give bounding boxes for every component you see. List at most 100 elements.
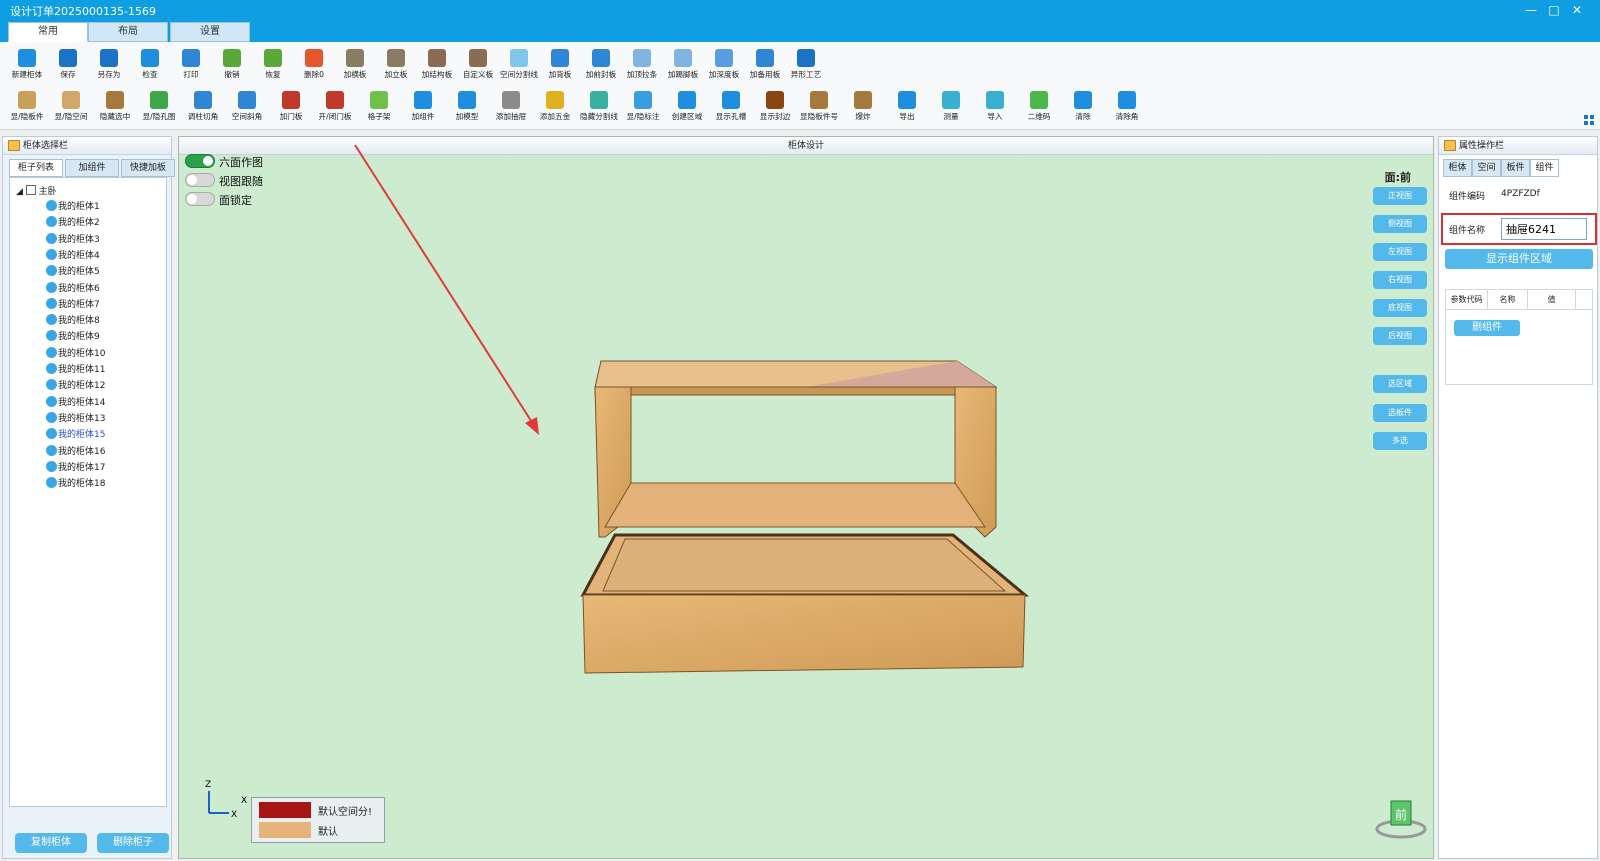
tab-space[interactable]: 空间 [1472, 159, 1501, 177]
tree-item-cabinet[interactable]: 我的柜体6 [46, 281, 100, 297]
collapse-icon[interactable]: ◢ [16, 187, 26, 197]
tree-item-cabinet[interactable]: 我的柜体16 [46, 444, 105, 460]
tool-button[interactable]: 导出 [884, 86, 930, 128]
tree-item-cabinet[interactable]: 我的柜体4 [46, 248, 100, 264]
tool-button[interactable]: 开/闭门板 [312, 86, 358, 128]
tool-button[interactable]: 删除0 [291, 44, 337, 86]
tool-button[interactable]: 另存为 [86, 44, 132, 86]
tool-button[interactable]: 加横板 [332, 44, 378, 86]
right-view-button[interactable]: 右视图 [1373, 271, 1427, 289]
tab-cabinet[interactable]: 柜体 [1443, 159, 1472, 177]
tool-button[interactable]: 显示孔槽 [708, 86, 754, 128]
front-view-button[interactable]: 正视图 [1373, 187, 1427, 205]
tool-button[interactable]: 添加抽屉 [488, 86, 534, 128]
tool-button[interactable]: 二维码 [1016, 86, 1062, 128]
tree-item-cabinet[interactable]: 我的柜体3 [46, 232, 100, 248]
cabinet-3d-model[interactable] [575, 347, 1035, 677]
tool-button[interactable]: 加模型 [444, 86, 490, 128]
show-component-region-button[interactable]: 显示组件区域 [1445, 249, 1593, 269]
bottom-view-button[interactable]: 底视图 [1373, 299, 1427, 317]
tool-button[interactable]: 加门板 [268, 86, 314, 128]
tree-item-cabinet[interactable]: 我的柜体9 [46, 330, 100, 345]
tool-button[interactable]: 恢复 [250, 44, 296, 86]
delete-cabinet-button[interactable]: 删除柜子 [97, 833, 169, 853]
tool-button[interactable]: 爆炸 [840, 86, 886, 128]
tool-button[interactable]: 空间斜角 [224, 86, 270, 128]
maximize-button[interactable]: □ [1543, 1, 1565, 19]
face-lock-toggle[interactable] [185, 192, 215, 206]
design-viewport[interactable]: 柜体设计 六面作图 视图跟随 面锁定 面:前 正视图 侧视图 左视图 右视图 底… [178, 136, 1434, 859]
tree-item-cabinet[interactable]: 我的柜体12 [46, 379, 105, 394]
tab-component[interactable]: 组件 [1530, 159, 1559, 177]
tool-button[interactable]: 显/隐孔图 [136, 86, 182, 128]
tool-button[interactable]: 检查 [127, 44, 173, 86]
tree-item-cabinet[interactable]: 我的柜体18 [46, 477, 105, 492]
tree-item-cabinet[interactable]: 我的柜体15 [46, 428, 105, 443]
tree-item-cabinet[interactable]: 我的柜体7 [46, 297, 100, 313]
side-view-button[interactable]: 侧视图 [1373, 215, 1427, 233]
tool-button[interactable]: 隐藏选中 [92, 86, 138, 128]
tool-button[interactable]: 加立板 [373, 44, 419, 86]
copy-cabinet-button[interactable]: 复制柜体 [15, 833, 87, 853]
tool-button[interactable]: 加深度板 [701, 44, 747, 86]
tab-layout[interactable]: 布局 [88, 22, 168, 42]
tool-button[interactable]: 显/隐标注 [620, 86, 666, 128]
tool-button[interactable]: 新建柜体 [4, 44, 50, 86]
tool-button[interactable]: 导入 [972, 86, 1018, 128]
tool-button[interactable]: 加结构板 [414, 44, 460, 86]
tree-item-cabinet[interactable]: 我的柜体2 [46, 216, 100, 231]
tool-button[interactable]: 加踢脚板 [660, 44, 706, 86]
tree-item-cabinet[interactable]: 我的柜体17 [46, 460, 105, 476]
tree-item-cabinet[interactable]: 我的柜体14 [46, 395, 105, 411]
tool-button[interactable]: 调柱切角 [180, 86, 226, 128]
tool-button[interactable]: 加备用板 [742, 44, 788, 86]
tool-button[interactable]: 隐藏分割线 [576, 86, 622, 128]
tab-settings[interactable]: 设置 [170, 22, 250, 42]
grid-icon[interactable] [1584, 115, 1594, 125]
tool-button[interactable]: 显/隐空间 [48, 86, 94, 128]
tool-button[interactable]: 自定义板 [455, 44, 501, 86]
tab-cabinet-list[interactable]: 柜子列表 [9, 159, 63, 177]
tool-button[interactable]: 添加五金 [532, 86, 578, 128]
tool-button[interactable]: 异形工艺 [783, 44, 829, 86]
tool-button[interactable]: 显示封边 [752, 86, 798, 128]
tool-button[interactable]: 清除 [1060, 86, 1106, 128]
left-view-button[interactable]: 左视图 [1373, 243, 1427, 261]
tool-button[interactable]: 显隐板件号 [796, 86, 842, 128]
tool-button[interactable]: 加组件 [400, 86, 446, 128]
tool-button[interactable]: 创建区域 [664, 86, 710, 128]
multi-select-button[interactable]: 多选 [1373, 432, 1427, 450]
delete-component-button[interactable]: 删组件 [1454, 320, 1520, 336]
tool-button[interactable]: 清除角 [1104, 86, 1150, 128]
tree-item-cabinet[interactable]: 我的柜体11 [46, 363, 105, 378]
tool-button[interactable]: 测量 [928, 86, 974, 128]
tree-item-cabinet[interactable]: 我的柜体5 [46, 265, 100, 280]
close-button[interactable]: ✕ [1566, 1, 1588, 19]
tree-item-cabinet[interactable]: 我的柜体13 [46, 411, 105, 427]
tab-add-component[interactable]: 加组件 [65, 159, 119, 177]
tab-board[interactable]: 板件 [1501, 159, 1530, 177]
tool-button[interactable]: 加前封板 [578, 44, 624, 86]
view-follow-toggle[interactable] [185, 173, 215, 187]
minimize-button[interactable]: — [1520, 1, 1542, 19]
tool-button[interactable]: 加顶拉条 [619, 44, 665, 86]
tree-item-cabinet[interactable]: 我的柜体8 [46, 314, 100, 329]
tree-root[interactable]: ◢ 主卧 [16, 184, 57, 197]
tree-item-cabinet[interactable]: 我的柜体1 [46, 200, 100, 215]
tab-quick-add-board[interactable]: 快捷加板 [121, 159, 175, 177]
tool-button[interactable]: 打印 [168, 44, 214, 86]
select-region-button[interactable]: 选区域 [1373, 375, 1427, 393]
tool-button[interactable]: 空间分割线 [496, 44, 542, 86]
tool-button[interactable]: 撤销 [209, 44, 255, 86]
view-cube-icon[interactable]: 前 [1373, 791, 1429, 841]
tree-item-cabinet[interactable]: 我的柜体10 [46, 346, 105, 362]
select-board-button[interactable]: 选板件 [1373, 404, 1427, 422]
tab-common[interactable]: 常用 [8, 22, 88, 42]
back-view-button[interactable]: 后视图 [1373, 327, 1427, 345]
tool-button[interactable]: 格子架 [356, 86, 402, 128]
six-face-toggle[interactable] [185, 154, 215, 168]
tool-button[interactable]: 加背板 [537, 44, 583, 86]
tool-button[interactable]: 保存 [45, 44, 91, 86]
component-name-input[interactable] [1501, 218, 1587, 240]
tool-button[interactable]: 显/隐板件 [4, 86, 50, 128]
